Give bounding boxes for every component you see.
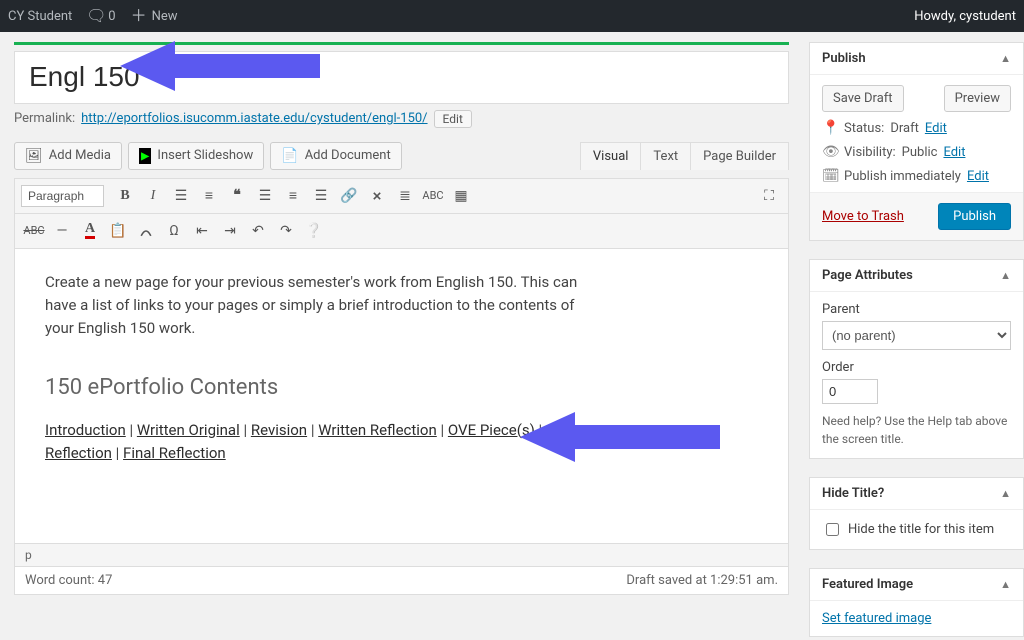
read-more-button[interactable]: ≣	[392, 183, 418, 209]
admin-bar: CY Student 🗨 0 ＋ New Howdy, cystudent	[0, 0, 1024, 32]
publish-button[interactable]: Publish	[938, 203, 1011, 230]
numbered-list-button[interactable]: ≡	[196, 183, 222, 209]
permalink-url[interactable]: http://eportfolios.isucomm.iastate.edu/c…	[81, 111, 427, 126]
tab-text[interactable]: Text	[640, 143, 690, 170]
unlink-button[interactable]	[364, 183, 390, 209]
adminbar-site[interactable]: CY Student	[8, 9, 72, 24]
editor-mode-tabs: Visual Text Page Builder	[580, 142, 789, 170]
comment-icon: 🗨	[86, 8, 104, 24]
undo-button[interactable]: ↶	[245, 218, 271, 244]
align-left-button[interactable]: ☰	[252, 183, 278, 209]
preview-button[interactable]: Preview	[944, 85, 1011, 112]
special-char-button[interactable]: Ω	[161, 218, 187, 244]
featured-image-header[interactable]: Featured Image ▲	[810, 569, 1023, 601]
collapse-icon: ▲	[1000, 487, 1011, 500]
tab-page-builder[interactable]: Page Builder	[690, 143, 788, 170]
adminbar-comments[interactable]: 🗨 0	[86, 8, 115, 24]
editor-path: p	[15, 543, 788, 566]
editor-container: Paragraph B I ☰ ≡ ❝ ☰ ≡ ☰ 🔗 ≣ ABC ▦ ⛶ A	[14, 178, 789, 595]
clear-format-button[interactable]	[133, 218, 159, 244]
order-label: Order	[822, 360, 1011, 375]
permalink-label: Permalink:	[14, 111, 75, 126]
bullet-list-button[interactable]: ☰	[168, 183, 194, 209]
help-button[interactable]: ❔	[301, 218, 327, 244]
hide-title-header[interactable]: Hide Title? ▲	[810, 478, 1023, 510]
hide-title-checkbox-row[interactable]: Hide the title for this item	[822, 520, 1011, 539]
bold-button[interactable]: B	[112, 183, 138, 209]
status-edit-link[interactable]: Edit	[925, 121, 947, 136]
order-input[interactable]	[822, 379, 878, 404]
page-attributes-header[interactable]: Page Attributes ▲	[810, 260, 1023, 292]
redo-button[interactable]: ↷	[273, 218, 299, 244]
collapse-icon: ▲	[1000, 578, 1011, 591]
parent-select[interactable]: (no parent)	[822, 321, 1011, 350]
adminbar-new[interactable]: ＋ New	[130, 8, 178, 24]
content-link[interactable]: Final Reflection	[123, 444, 226, 462]
publish-panel: Publish ▲ Save Draft Preview 📍 Status: D…	[809, 42, 1024, 241]
permalink-edit-button[interactable]: Edit	[434, 110, 472, 128]
content-link[interactable]: OVE Piece(s)	[448, 421, 535, 439]
align-right-button[interactable]: ☰	[308, 183, 334, 209]
media-icon: 🖼	[25, 148, 43, 164]
slideshow-icon: ▶	[139, 148, 151, 164]
insert-slideshow-button[interactable]: ▶ Insert Slideshow	[128, 142, 264, 170]
hide-title-panel: Hide Title? ▲ Hide the title for this it…	[809, 477, 1024, 550]
tab-visual[interactable]: Visual	[581, 143, 641, 170]
contents-heading: 150 ePortfolio Contents	[45, 371, 758, 405]
move-to-trash-link[interactable]: Move to Trash	[822, 209, 904, 224]
page-attributes-panel: Page Attributes ▲ Parent (no parent) Ord…	[809, 259, 1024, 459]
pin-icon: 📍	[822, 120, 838, 136]
parent-label: Parent	[822, 302, 1011, 317]
content-link[interactable]: Revision	[251, 421, 307, 439]
format-select[interactable]: Paragraph	[21, 185, 104, 207]
document-icon: 📄	[281, 148, 298, 164]
collapse-icon: ▲	[1000, 52, 1011, 65]
word-count: Word count: 47	[25, 573, 112, 588]
blockquote-button[interactable]: ❝	[224, 183, 250, 209]
content-link[interactable]: Written Reflection	[318, 421, 437, 439]
draft-saved-text: Draft saved at 1:29:51 am.	[626, 573, 778, 588]
toolbar-toggle-button[interactable]: ▦	[448, 183, 474, 209]
site-title-fragment: CY Student	[8, 9, 72, 24]
intro-paragraph: Create a new page for your previous seme…	[45, 271, 605, 341]
italic-button[interactable]: I	[140, 183, 166, 209]
publish-panel-header[interactable]: Publish ▲	[810, 43, 1023, 75]
content-link[interactable]: Written Original	[137, 421, 240, 439]
hide-title-checkbox[interactable]	[826, 523, 839, 536]
indent-button[interactable]: ⇥	[217, 218, 243, 244]
eye-icon: 👁	[822, 144, 838, 160]
text-color-button[interactable]: A	[77, 218, 103, 244]
link-button[interactable]: 🔗	[336, 183, 362, 209]
content-link[interactable]: Introduction	[45, 421, 126, 439]
toolbar-row-1: Paragraph B I ☰ ≡ ❝ ☰ ≡ ☰ 🔗 ≣ ABC ▦ ⛶	[15, 179, 788, 214]
new-label: New	[152, 9, 178, 24]
contents-links: Introduction | Written Original | Revisi…	[45, 419, 605, 466]
adminbar-howdy[interactable]: Howdy, cystudent	[914, 9, 1016, 24]
page-attributes-help: Need help? Use the Help tab above the sc…	[822, 412, 1011, 448]
calendar-icon: 🗓	[822, 168, 838, 184]
permalink-row: Permalink: http://eportfolios.isucomm.ia…	[14, 110, 789, 128]
toolbar-row-2: ABC — A 📋 Ω ⇤ ⇥ ↶ ↷ ❔	[15, 214, 788, 249]
featured-image-panel: Featured Image ▲ Set featured image	[809, 568, 1024, 637]
editor-body[interactable]: Create a new page for your previous seme…	[15, 249, 788, 543]
visibility-edit-link[interactable]: Edit	[943, 145, 965, 160]
collapse-icon: ▲	[1000, 269, 1011, 282]
save-draft-button[interactable]: Save Draft	[822, 85, 904, 112]
add-document-button[interactable]: 📄 Add Document	[270, 142, 401, 170]
schedule-edit-link[interactable]: Edit	[967, 169, 989, 184]
outdent-button[interactable]: ⇤	[189, 218, 215, 244]
align-center-button[interactable]: ≡	[280, 183, 306, 209]
spellcheck-button[interactable]: ABC	[420, 183, 446, 209]
paste-text-button[interactable]: 📋	[105, 218, 131, 244]
plus-icon: ＋	[130, 8, 148, 24]
strikethrough-button[interactable]: ABC	[21, 218, 47, 244]
distraction-free-button[interactable]: ⛶	[756, 183, 782, 209]
comments-count: 0	[108, 9, 115, 24]
add-media-button[interactable]: 🖼 Add Media	[14, 142, 122, 170]
editor-footer: Word count: 47 Draft saved at 1:29:51 am…	[15, 566, 788, 594]
top-accent-bar	[14, 42, 789, 45]
page-title-input[interactable]	[14, 51, 789, 104]
hr-button[interactable]: —	[49, 218, 75, 244]
set-featured-image-link[interactable]: Set featured image	[822, 611, 931, 626]
